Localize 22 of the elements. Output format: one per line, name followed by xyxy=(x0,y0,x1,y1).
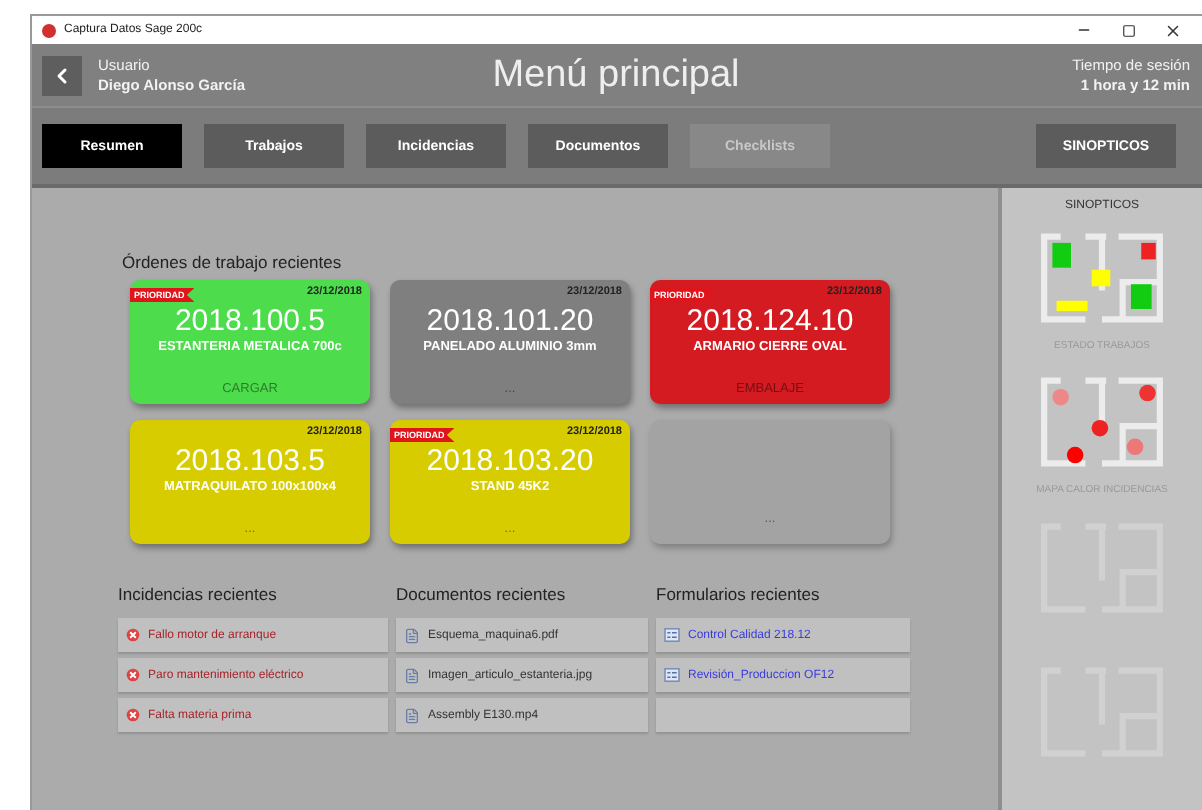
document-icon xyxy=(404,627,420,643)
document-icon xyxy=(404,667,420,683)
list-heading: Incidencias recientes xyxy=(118,584,279,604)
page-title: Menú principal xyxy=(492,53,740,97)
order-code: 2018.101.20 xyxy=(426,306,594,338)
form-icon xyxy=(664,628,680,642)
back-button[interactable] xyxy=(42,55,82,95)
error-icon xyxy=(126,668,140,682)
order-code: 2018.100.5 xyxy=(174,306,326,338)
floor-plan-drawing xyxy=(1040,232,1164,324)
list-heading: Formularios recientes xyxy=(656,584,822,604)
app-icon xyxy=(42,23,56,37)
document-icon xyxy=(404,707,420,723)
section-heading: Órdenes de trabajo recientes xyxy=(122,252,344,272)
error-icon xyxy=(126,708,140,722)
error-icon xyxy=(126,628,140,642)
form-icon xyxy=(664,668,680,682)
order-code: 2018.103.5 xyxy=(174,446,326,478)
order-code: 2018.124.10 xyxy=(686,306,854,338)
order-code: 2018.103.20 xyxy=(426,446,594,478)
floor-plan-drawing xyxy=(1039,376,1164,469)
list-heading: Documentos recientes xyxy=(396,584,568,604)
